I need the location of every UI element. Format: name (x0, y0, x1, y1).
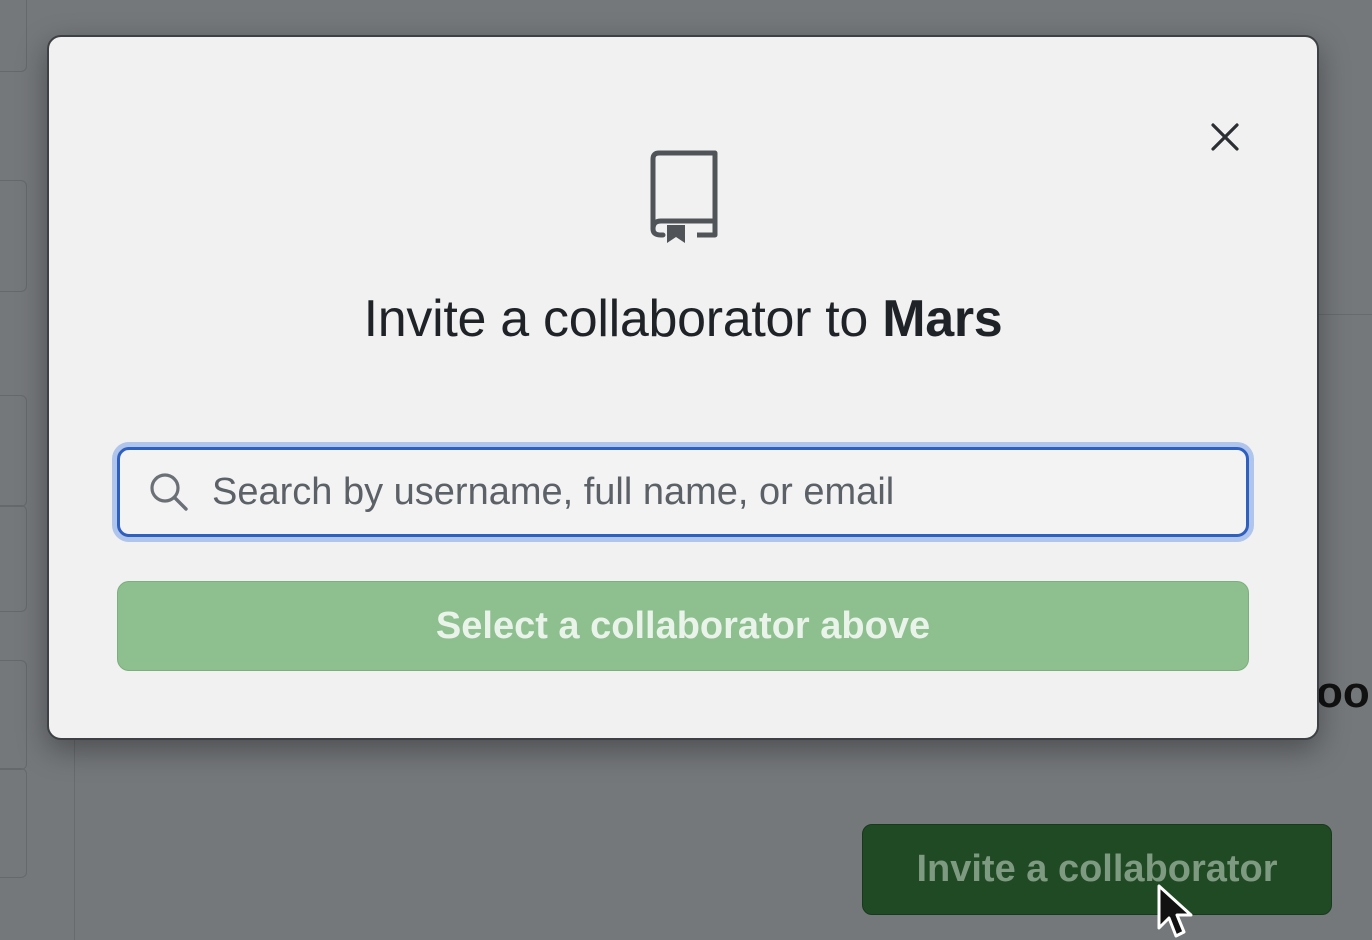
background-rail-item (0, 180, 27, 292)
mouse-cursor-icon (1157, 884, 1193, 938)
select-collaborator-button[interactable]: Select a collaborator above (117, 581, 1249, 671)
background-divider (1318, 314, 1372, 315)
invite-collaborator-button[interactable]: Invite a collaborator (862, 824, 1332, 915)
background-heading: oo (1316, 668, 1370, 717)
close-icon (1211, 123, 1239, 151)
search-field[interactable] (117, 447, 1249, 537)
background-rail-item (0, 768, 27, 878)
background-rail-item (0, 0, 27, 72)
background-rail-item (0, 395, 27, 507)
background-divider (74, 738, 75, 940)
invite-collaborator-dialog: Invite a collaborator to Mars Select a c… (47, 35, 1319, 740)
dialog-title-text: Invite a collaborator to (363, 290, 883, 348)
background-left-rail (0, 0, 28, 940)
close-button[interactable] (1203, 115, 1247, 159)
repo-icon (650, 150, 718, 243)
dialog-title: Invite a collaborator to Mars (49, 287, 1317, 351)
search-icon (150, 473, 188, 511)
repo-name: Mars (882, 290, 1003, 348)
background-rail-item (0, 505, 27, 612)
background-rail-item (0, 660, 27, 770)
search-input[interactable] (212, 450, 1246, 534)
